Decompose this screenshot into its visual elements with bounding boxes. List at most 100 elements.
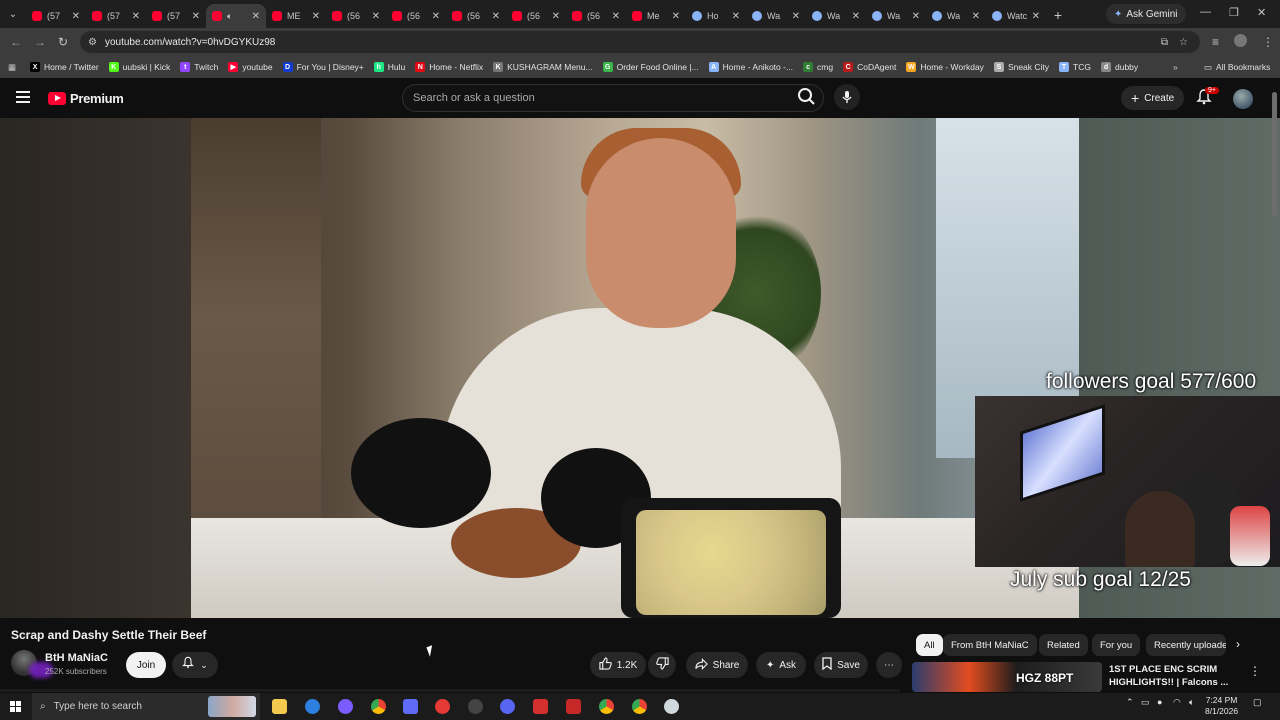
bookmark-item[interactable]: d dubby [1101, 62, 1138, 72]
more-bookmarks-icon[interactable]: » [1173, 62, 1178, 72]
browser-tab[interactable]: (57 ✕ [26, 4, 86, 28]
account-avatar[interactable] [1233, 89, 1253, 109]
media-controls-icon[interactable]: ≡ [1212, 35, 1219, 49]
close-tab-icon[interactable]: ✕ [612, 11, 620, 22]
filter-chip[interactable]: Recently uploaded [1146, 634, 1226, 656]
microphone-icon[interactable]: ● [1157, 697, 1162, 707]
bookmark-item[interactable]: X Home / Twitter [30, 62, 99, 72]
browser-tab[interactable]: Ho ✕ [686, 4, 746, 28]
close-tab-icon[interactable]: ✕ [192, 11, 200, 22]
tray-overflow-icon[interactable]: ⌃ [1126, 697, 1134, 708]
voice-search-icon[interactable] [834, 84, 860, 110]
browser-tab[interactable]: (57 ✕ [146, 4, 206, 28]
recommendation-thumbnail[interactable]: HGZ 88PT [912, 662, 1102, 692]
notification-center-icon[interactable]: ▢ [1253, 697, 1262, 708]
red-app-icon[interactable] [533, 699, 548, 714]
browser-tab[interactable]: Me ✕ [626, 4, 686, 28]
ask-button[interactable]: ✦ Ask [756, 652, 806, 678]
close-tab-icon[interactable]: ✕ [252, 11, 260, 22]
reload-icon[interactable]: ↻ [58, 35, 68, 49]
back-icon[interactable]: ← [10, 35, 22, 49]
media-player-icon[interactable] [435, 699, 450, 714]
close-tab-icon[interactable]: ✕ [792, 11, 800, 22]
bookmark-item[interactable]: A Home - Anikoto -... [708, 62, 793, 72]
chrome-profile-2-icon[interactable] [632, 699, 647, 714]
browser-tab[interactable]: (57 ✕ [86, 4, 146, 28]
bookmark-item[interactable]: c cmg [803, 62, 833, 72]
video-frame[interactable] [191, 118, 1079, 618]
channel-avatar[interactable] [11, 650, 53, 678]
discord-icon[interactable] [500, 699, 515, 714]
clock-app-icon[interactable] [664, 699, 679, 714]
video-player[interactable]: followers goal 577/600 July sub goal 12/… [0, 118, 1280, 618]
bookmark-item[interactable]: K KUSHAGRAM Menu... [493, 62, 593, 72]
install-app-icon[interactable]: ⧉ [1161, 37, 1168, 48]
close-tab-icon[interactable]: ✕ [672, 11, 680, 22]
browser-tab[interactable]: Wa ✕ [746, 4, 806, 28]
more-actions-button[interactable]: ⋯ [876, 652, 902, 678]
share-button[interactable]: Share [686, 652, 748, 678]
browser-tab[interactable]: Watch ✕ [986, 4, 1046, 28]
app-icon-purple[interactable] [338, 699, 353, 714]
volume-icon[interactable]: 🔈︎ [1189, 697, 1194, 708]
chrome-profile-icon[interactable] [599, 699, 614, 714]
bookmark-item[interactable]: G Order Food Online |... [602, 62, 699, 72]
ask-gemini-button[interactable]: ✦ Ask Gemini [1106, 4, 1186, 24]
close-tab-icon[interactable]: ✕ [132, 11, 140, 22]
close-tab-icon[interactable]: ✕ [1032, 11, 1040, 22]
filter-chip[interactable]: From BtH MaNiaC [943, 634, 1037, 656]
close-tab-icon[interactable]: ✕ [492, 11, 500, 22]
filter-chip[interactable]: For you [1092, 634, 1141, 656]
adobe-icon[interactable] [566, 699, 581, 714]
all-bookmarks-button[interactable]: ▭ All Bookmarks [1204, 62, 1270, 73]
browser-tab[interactable]: Wa ✕ [806, 4, 866, 28]
wifi-icon[interactable]: ◠ [1173, 697, 1181, 708]
menu-kebab-icon[interactable]: ⋮ [1262, 35, 1274, 49]
edge-icon[interactable] [305, 699, 320, 714]
bookmark-item[interactable]: D For You | Disney+ [282, 62, 364, 72]
restore-icon[interactable]: ❐ [1229, 6, 1239, 19]
site-info-icon[interactable]: ⚙ [88, 37, 97, 48]
filter-chip[interactable]: All [916, 634, 943, 656]
recommendation-title[interactable]: 1ST PLACE ENC SCRIM HIGHLIGHTS!! | Falco… [1109, 663, 1239, 689]
close-window-icon[interactable]: ✕ [1257, 6, 1266, 19]
close-tab-icon[interactable]: ✕ [312, 11, 320, 22]
close-tab-icon[interactable]: ✕ [552, 11, 560, 22]
bookmark-item[interactable]: N Home - Netflix [415, 62, 483, 72]
address-bar[interactable]: ⚙ youtube.com/watch?v=0hvDGYKUz98 ⧉ ☆ [80, 31, 1200, 53]
tab-search-button[interactable]: ⌄ [0, 0, 26, 28]
page-scrollbar-thumb[interactable] [1272, 92, 1277, 217]
close-tab-icon[interactable]: ✕ [912, 11, 920, 22]
close-tab-icon[interactable]: ✕ [732, 11, 740, 22]
windows-start-icon[interactable] [10, 701, 21, 712]
browser-tab[interactable]: Wa ✕ [866, 4, 926, 28]
guide-menu-icon[interactable] [16, 91, 30, 103]
like-button[interactable]: 1.2K [590, 652, 646, 678]
browser-tab[interactable]: (56 ✕ [446, 4, 506, 28]
bookmark-item[interactable]: C CoDAgent [843, 62, 896, 72]
obs-icon[interactable] [468, 699, 483, 714]
bookmark-item[interactable]: T TCG [1059, 62, 1091, 72]
profile-icon[interactable] [1234, 34, 1247, 47]
close-tab-icon[interactable]: ✕ [972, 11, 980, 22]
browser-tab[interactable]: (56 ✕ [326, 4, 386, 28]
join-button[interactable]: Join [126, 652, 166, 678]
dislike-button[interactable] [648, 652, 676, 678]
channel-name[interactable]: BtH MaNiaC [45, 652, 108, 664]
forward-icon[interactable]: → [34, 35, 46, 49]
speaker-icon[interactable]: 🔈︎ [227, 11, 232, 21]
bookmark-item[interactable]: h Hulu [373, 62, 405, 72]
file-explorer-icon[interactable] [272, 699, 287, 714]
bookmark-item[interactable]: S Sneak City [993, 62, 1049, 72]
filter-chip[interactable]: Related [1039, 634, 1088, 656]
recommendation-menu-icon[interactable]: ⋮ [1249, 664, 1261, 678]
network-icon[interactable]: ▭ [1141, 697, 1150, 708]
chevron-right-icon[interactable]: › [1236, 637, 1240, 651]
game-controller-icon[interactable] [403, 699, 418, 714]
bookmark-item[interactable]: Kuubski | Kick [108, 62, 170, 72]
close-tab-icon[interactable]: ✕ [852, 11, 860, 22]
minimize-icon[interactable]: — [1200, 6, 1211, 18]
browser-tab[interactable]: (56 ✕ [386, 4, 446, 28]
bookmark-item[interactable]: W Home - Workday [906, 62, 984, 72]
search-icon[interactable] [794, 84, 820, 110]
